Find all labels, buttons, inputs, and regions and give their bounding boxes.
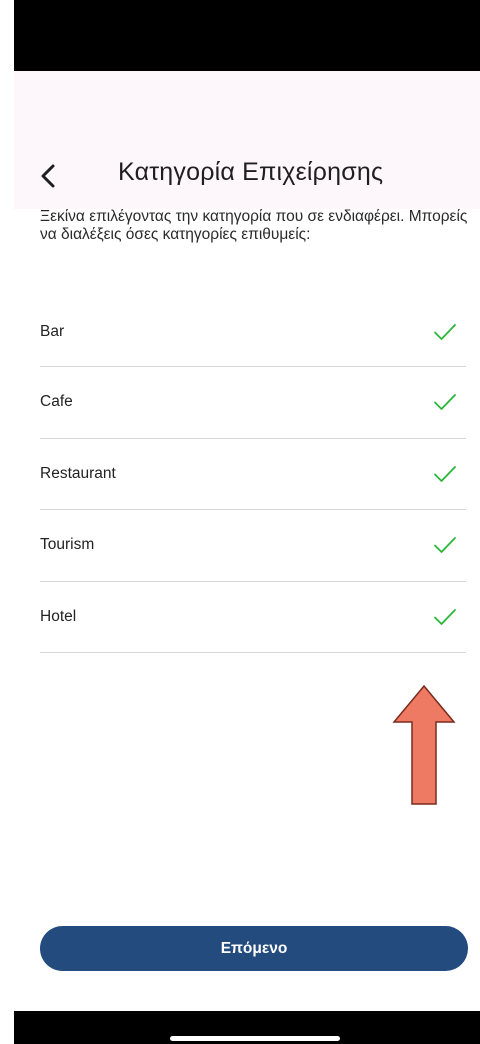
category-label: Tourism bbox=[40, 536, 95, 554]
check-icon bbox=[434, 537, 456, 554]
status-bar bbox=[14, 0, 480, 71]
category-label: Hotel bbox=[40, 607, 77, 625]
intro-text: Ξεκίνα επιλέγοντας την κατηγορία που σε … bbox=[40, 208, 468, 243]
check-icon bbox=[434, 608, 456, 625]
check-icon bbox=[434, 465, 456, 482]
category-label: Bar bbox=[40, 322, 65, 340]
category-label: Restaurant bbox=[40, 464, 116, 482]
category-list: Bar Cafe Restaurant Tourism Hotel bbox=[40, 297, 466, 653]
chevron-left-icon bbox=[41, 164, 55, 188]
next-button[interactable]: Επόμενο bbox=[40, 926, 468, 971]
check-icon bbox=[434, 394, 456, 411]
check-icon bbox=[434, 323, 456, 340]
category-item-hotel[interactable]: Hotel bbox=[40, 582, 466, 653]
annotation-arrow-up-icon bbox=[392, 684, 456, 805]
back-button[interactable] bbox=[30, 156, 66, 196]
category-item-cafe[interactable]: Cafe bbox=[40, 367, 466, 439]
home-indicator[interactable] bbox=[170, 1036, 340, 1041]
category-item-restaurant[interactable]: Restaurant bbox=[40, 439, 466, 510]
app-header bbox=[14, 71, 480, 209]
frame-edge bbox=[0, 0, 14, 1044]
category-item-bar[interactable]: Bar bbox=[40, 297, 466, 367]
category-item-tourism[interactable]: Tourism bbox=[40, 510, 466, 582]
page-title: Κατηγορία Επιχείρησης bbox=[118, 158, 384, 186]
category-label: Cafe bbox=[40, 393, 73, 411]
